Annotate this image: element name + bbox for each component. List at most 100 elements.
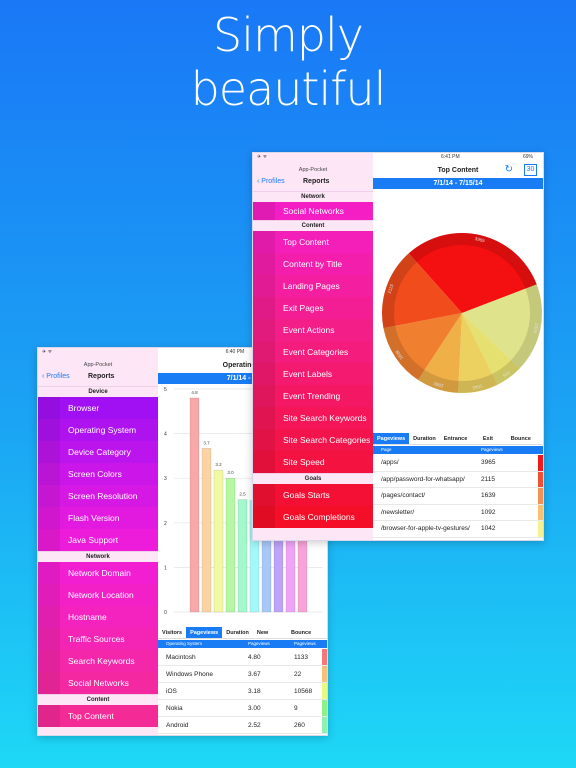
date-range: 7/1/14 - 7/15/14 xyxy=(373,178,543,189)
column-header: Pageviews xyxy=(481,447,503,452)
tab-pageviews[interactable]: Pageviews xyxy=(186,627,223,638)
sidebar-item[interactable]: Device Category xyxy=(38,441,158,463)
item-accent-strip xyxy=(253,297,275,319)
row-color-swatch xyxy=(322,717,327,733)
pie-chart: 396523247051042109216392115 xyxy=(382,233,542,393)
sidebar-item[interactable]: Goals Completions xyxy=(253,506,373,528)
table-cell: iOS xyxy=(166,688,177,695)
section-header: Content xyxy=(253,220,373,231)
sidebar-item-label: Landing Pages xyxy=(283,281,340,291)
sidebar-item[interactable]: Social Networks xyxy=(253,202,373,220)
item-accent-strip xyxy=(253,451,275,473)
sidebar-item[interactable]: Site Speed xyxy=(253,451,373,473)
table-row[interactable]: /browser-for-apple-tv-gestures/1042 xyxy=(373,521,543,538)
item-accent-strip xyxy=(253,506,275,528)
table-header: Page Pageviews xyxy=(373,446,543,454)
y-tick-label: 3 xyxy=(164,476,167,482)
status-icons: ✈ ᯤ xyxy=(42,349,53,355)
sidebar-item[interactable]: Search Keywords xyxy=(38,650,158,672)
bar[interactable] xyxy=(225,477,236,613)
sidebar-item-label: Site Search Categories xyxy=(283,435,371,445)
bar[interactable] xyxy=(213,469,224,613)
table-row[interactable]: /apps/3965 xyxy=(373,455,543,472)
table-row[interactable]: /newsletter/1092 xyxy=(373,504,543,522)
table-cell: 10568 xyxy=(294,688,313,695)
item-accent-strip xyxy=(253,231,275,253)
app-title: App-Pocket xyxy=(83,362,113,368)
item-accent-strip xyxy=(253,385,275,407)
table-row[interactable]: Nokia 3.00 9 xyxy=(158,700,327,717)
sidebar-item[interactable]: Traffic Sources xyxy=(38,628,158,650)
calendar-button[interactable]: 30 xyxy=(524,164,537,176)
tab-visitors[interactable]: Visitors xyxy=(158,627,186,638)
sidebar-item[interactable]: Event Labels xyxy=(253,363,373,385)
row-color-swatch xyxy=(322,683,327,699)
sidebar-item[interactable]: Site Search Keywords xyxy=(253,407,373,429)
item-accent-strip xyxy=(253,407,275,429)
sidebar-item[interactable]: Goals Starts xyxy=(253,484,373,506)
table-row[interactable]: iOS 3.18 10568 xyxy=(158,683,327,700)
metric-tabs: VisitorsPageviewsDurationNew VisitsBounc… xyxy=(158,627,327,648)
metric-tabs: PageviewsDurationEntrance RateExit RateB… xyxy=(373,433,543,454)
table-row[interactable]: Macintosh 4.80 1133 xyxy=(158,649,327,666)
sidebar-item[interactable]: Event Trending xyxy=(253,385,373,407)
sidebar-item[interactable]: Flash Version xyxy=(38,507,158,529)
bar[interactable] xyxy=(201,448,212,613)
sidebar-item[interactable]: Event Categories xyxy=(253,341,373,363)
status-time: 6:41 PM xyxy=(441,154,460,160)
status-time: 6:40 PM xyxy=(225,349,245,355)
sidebar-item[interactable]: Browser xyxy=(38,397,158,419)
tab-bounce-rate[interactable]: Bounce Rate xyxy=(287,627,327,648)
row-color-swatch xyxy=(538,504,543,521)
sidebar-item[interactable]: Network Location xyxy=(38,584,158,606)
sidebar-item[interactable]: Exit Pages xyxy=(253,297,373,319)
tab-pageviews[interactable]: Pageviews xyxy=(373,433,410,444)
item-accent-strip xyxy=(253,202,275,220)
sidebar-item[interactable]: Content by Title xyxy=(253,253,373,275)
table-row[interactable]: /app/password-for-whatsapp/2115 xyxy=(373,471,543,489)
table-cell: 260 xyxy=(294,722,305,729)
sidebar-item-label: Browser xyxy=(68,403,100,413)
tab-exit-rate[interactable]: Exit Rate xyxy=(479,433,507,454)
sidebar-item[interactable]: Java Support xyxy=(38,529,158,551)
sidebar-item[interactable]: Social Networks xyxy=(38,672,158,694)
tab-duration[interactable]: Duration xyxy=(222,627,253,638)
sidebar-item[interactable]: Screen Colors xyxy=(38,463,158,485)
sidebar-item[interactable]: Hostname xyxy=(38,606,158,628)
item-accent-strip xyxy=(38,606,60,628)
sidebar-item-label: Screen Resolution xyxy=(68,491,138,501)
sidebar-item[interactable]: Network Domain xyxy=(38,562,158,584)
table-row[interactable]: Windows Phone 3.67 22 xyxy=(158,666,327,683)
sidebar-item[interactable]: Event Actions xyxy=(253,319,373,341)
column-header: Pageviews xyxy=(294,641,316,646)
table-cell: /newsletter/ xyxy=(381,508,415,516)
item-accent-strip xyxy=(38,441,60,463)
sidebar-item[interactable]: Top Content xyxy=(253,231,373,253)
tab-new-visits[interactable]: New Visits xyxy=(253,627,287,648)
tab-bounce-rate[interactable]: Bounce Rate xyxy=(507,433,543,454)
table-cell: /browser-for-apple-tv-gestures/ xyxy=(381,525,470,533)
sidebar-item[interactable]: Screen Resolution xyxy=(38,485,158,507)
item-accent-strip xyxy=(253,319,275,341)
item-accent-strip xyxy=(38,507,60,529)
table-cell: Android xyxy=(166,722,189,729)
refresh-icon[interactable]: ↻ xyxy=(505,164,513,175)
profiles-back-button[interactable]: ‹ Profiles xyxy=(257,178,285,185)
sidebar-item-label: Screen Colors xyxy=(68,469,122,479)
item-accent-strip xyxy=(38,397,60,419)
table-row[interactable]: /pages/contact/1639 xyxy=(373,488,543,505)
bar[interactable] xyxy=(189,397,200,613)
table-row[interactable]: Android 2.52 260 xyxy=(158,717,327,734)
table-cell: 1042 xyxy=(481,525,496,533)
sidebar-item[interactable]: Landing Pages xyxy=(253,275,373,297)
section-header: Goals xyxy=(253,473,373,484)
section-header: Network xyxy=(253,191,373,202)
tab-entrance-rate[interactable]: Entrance Rate xyxy=(440,433,479,454)
sidebar-item[interactable]: Site Search Categories xyxy=(253,429,373,451)
tab-duration[interactable]: Duration xyxy=(409,433,440,444)
bar[interactable] xyxy=(237,499,248,613)
sidebar-item-label: Top Content xyxy=(68,711,114,721)
sidebar-item[interactable]: Operating System xyxy=(38,419,158,441)
profiles-back-button[interactable]: ‹ Profiles xyxy=(42,373,70,380)
sidebar-item[interactable]: Top Content xyxy=(38,705,158,727)
